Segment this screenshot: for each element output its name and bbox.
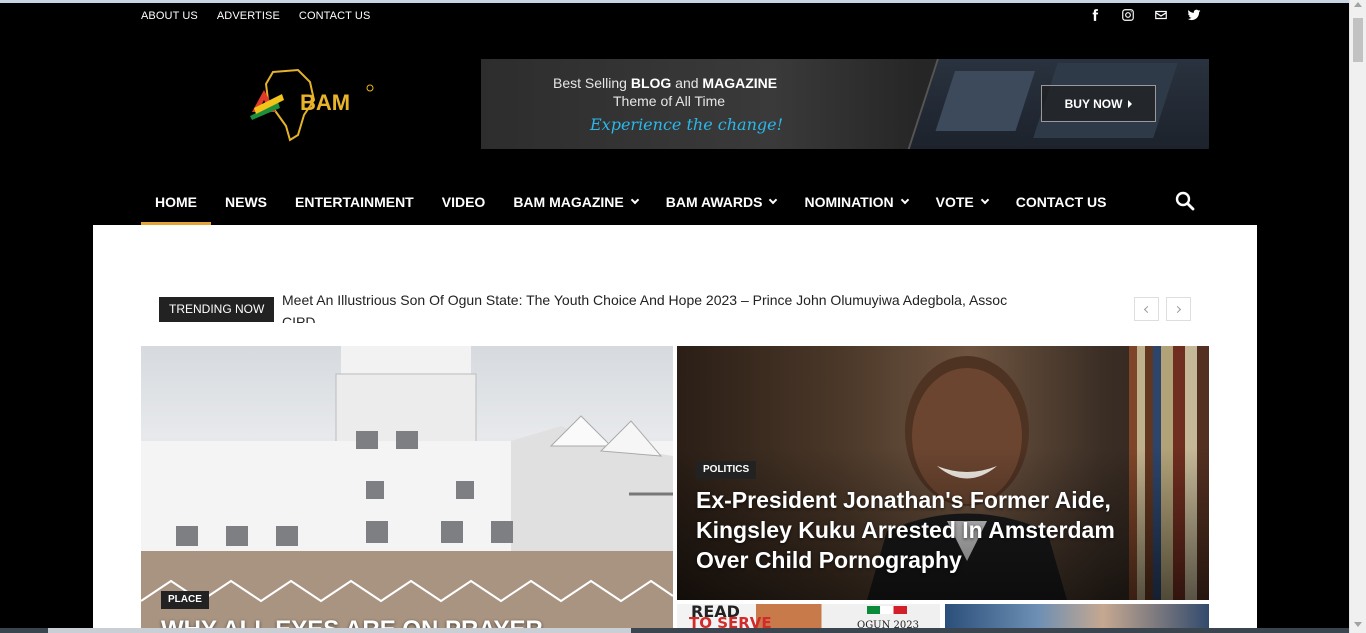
nav-bam-awards[interactable]: BAM AWARDS xyxy=(652,178,791,225)
instagram-icon[interactable] xyxy=(1119,8,1137,26)
chevron-down-icon xyxy=(769,195,778,204)
featured-article-left[interactable]: PLACE WHY ALL EYES ARE ON PRAYER xyxy=(141,346,673,633)
buy-now-button[interactable]: BUY NOW xyxy=(1041,85,1156,122)
social-links xyxy=(1086,8,1203,26)
nav-bam-magazine[interactable]: BAM MAGAZINE xyxy=(499,178,651,225)
banner-tagline: Experience the change! xyxy=(590,115,784,134)
trending-headline[interactable]: Meet An Illustrious Son Of Ogun State: T… xyxy=(282,289,1072,323)
trending-prev-button[interactable] xyxy=(1134,297,1159,321)
advertise-link[interactable]: ADVERTISE xyxy=(217,10,280,22)
church-building-image xyxy=(141,346,673,633)
chevron-down-icon xyxy=(900,195,909,204)
arrow-right-icon xyxy=(1128,99,1133,108)
nav-home[interactable]: HOME xyxy=(141,178,211,225)
mail-icon[interactable] xyxy=(1152,8,1170,26)
nigeria-flag-graphic xyxy=(867,606,907,614)
nav-news[interactable]: NEWS xyxy=(211,178,281,225)
browser-top-edge xyxy=(0,0,1349,3)
nav-entertainment[interactable]: ENTERTAINMENT xyxy=(281,178,428,225)
svg-text:BAM: BAM xyxy=(300,90,350,115)
main-nav: HOME NEWS ENTERTAINMENT VIDEO BAM MAGAZI… xyxy=(141,178,1121,225)
category-badge[interactable]: PLACE xyxy=(161,591,209,609)
search-icon[interactable] xyxy=(1174,190,1196,212)
scroll-down-arrow[interactable] xyxy=(1354,622,1362,627)
nav-contact-us[interactable]: CONTACT US xyxy=(1002,178,1121,225)
site-logo[interactable]: BAM xyxy=(238,60,378,148)
contact-us-top-link[interactable]: CONTACT US xyxy=(299,10,371,22)
article-title[interactable]: Ex-President Jonathan's Former Aide, Kin… xyxy=(696,485,1126,575)
scrollbar-thumb[interactable] xyxy=(1353,18,1363,62)
featured-article-right[interactable]: POLITICS Ex-President Jonathan's Former … xyxy=(677,346,1209,600)
main-content: TRENDING NOW Meet An Illustrious Son Of … xyxy=(93,225,1257,633)
taskbar-edge xyxy=(0,628,1349,633)
nav-vote[interactable]: VOTE xyxy=(922,178,1002,225)
chevron-down-icon xyxy=(980,195,990,204)
top-links: ABOUT US ADVERTISE CONTACT US xyxy=(141,10,370,22)
banner-subline: Theme of All Time xyxy=(613,93,726,109)
facebook-icon[interactable] xyxy=(1086,8,1104,26)
taskbar-segment xyxy=(48,628,631,633)
scroll-up-arrow[interactable] xyxy=(1354,2,1362,7)
nav-nomination[interactable]: NOMINATION xyxy=(790,178,921,225)
chevron-right-icon xyxy=(1173,305,1182,313)
chevron-left-icon xyxy=(1143,305,1152,313)
trending-label: TRENDING NOW xyxy=(159,297,275,322)
about-us-link[interactable]: ABOUT US xyxy=(141,10,198,22)
page-scrollbar[interactable] xyxy=(1349,0,1366,633)
category-badge[interactable]: POLITICS xyxy=(696,461,757,479)
banner-headline: Best Selling BLOG and MAGAZINE xyxy=(553,75,778,91)
nav-video[interactable]: VIDEO xyxy=(428,178,500,225)
trending-next-button[interactable] xyxy=(1166,297,1191,321)
twitter-icon[interactable] xyxy=(1185,8,1203,26)
chevron-down-icon xyxy=(630,195,639,204)
banner-ad[interactable]: Best Selling BLOG and MAGAZINE Theme of … xyxy=(481,59,1209,149)
